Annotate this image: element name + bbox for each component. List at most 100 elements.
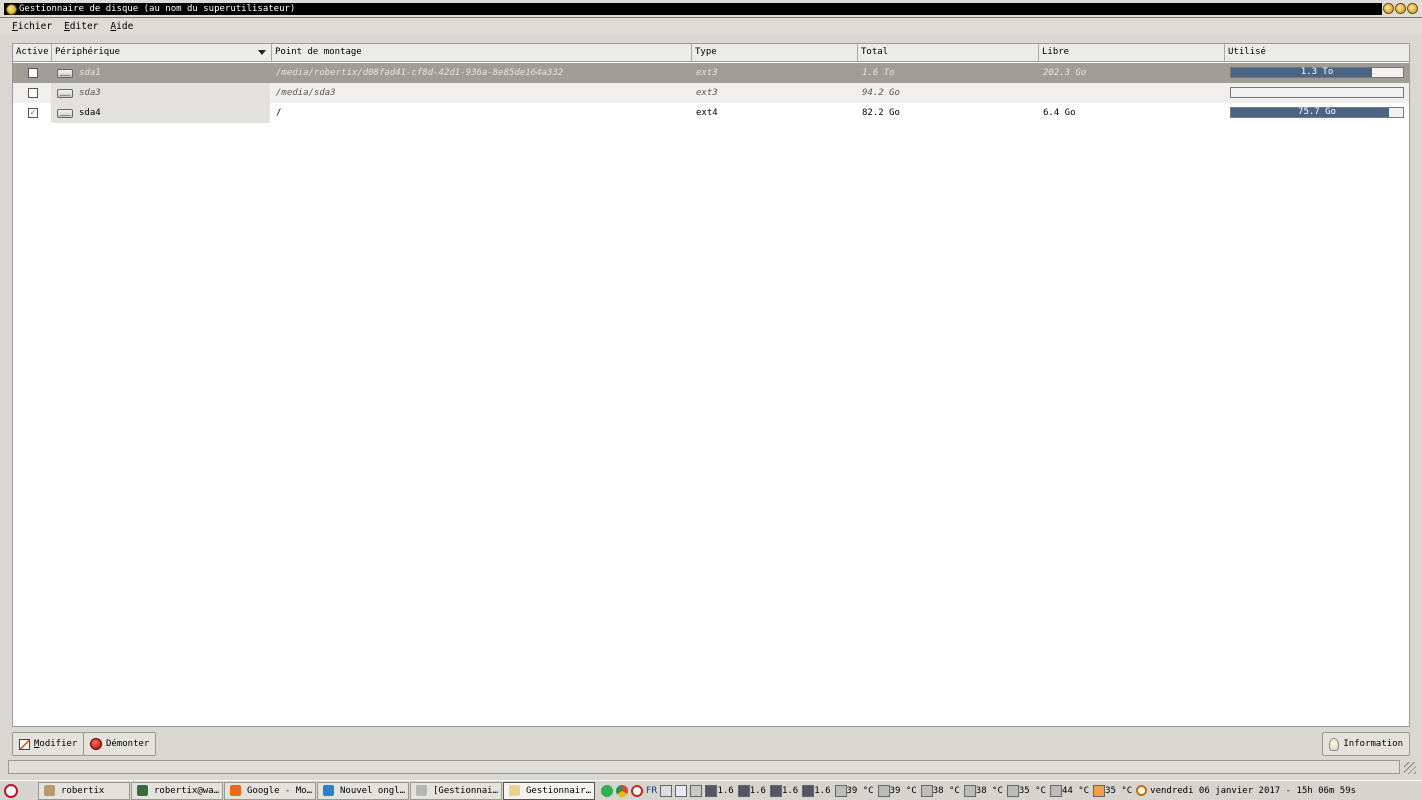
system-tray: FR 1.6 1.6 1.6 1.6 39 °C 39 °C 38 °C 38 … [601, 784, 1356, 797]
cpu-monitor: 1.6 [802, 784, 831, 797]
task-robertix[interactable]: robertix [38, 781, 130, 800]
alarm-clock-icon[interactable] [631, 784, 643, 797]
disk-table[interactable]: Active Périphérique Point de montage Typ… [12, 43, 1410, 727]
stop-icon [90, 738, 102, 750]
modify-button[interactable]: Modifier [12, 732, 85, 756]
modify-rest: odifier [39, 739, 78, 749]
task-terminal[interactable]: robertix@wa… [131, 781, 223, 800]
temperature-sensor: 38 °C [963, 784, 1003, 797]
task-disk-manager-root[interactable]: [Gestionnai… [410, 781, 502, 800]
network-icon[interactable] [601, 784, 613, 797]
cpu-value: 1.6 [717, 785, 734, 796]
temperature-sensor: 39 °C [877, 784, 917, 797]
cpu-icon [737, 784, 750, 797]
cpu-value: 1.6 [781, 785, 799, 796]
thermometer-icon [1049, 784, 1062, 797]
hard-disk-icon [57, 89, 73, 98]
edit-tool-icon[interactable] [675, 784, 688, 797]
app-icon[interactable] [6, 4, 17, 15]
close-button[interactable] [1407, 3, 1418, 14]
cpu-icon [802, 784, 815, 797]
cpu-value: 1.6 [814, 785, 831, 796]
table-row[interactable]: sda1 /media/robertix/d08fad41-cf8d-42d1-… [13, 63, 1409, 83]
column-header-active[interactable]: Active [13, 44, 52, 62]
maximize-button[interactable] [1395, 3, 1406, 14]
disk-manager-icon [509, 785, 520, 796]
keyboard-layout[interactable]: FR [646, 786, 657, 796]
temperature-value: 39 °C [889, 785, 917, 796]
free-space: 202.3 Go [1043, 68, 1087, 78]
clock[interactable]: vendredi 06 janvier 2017 - 15h 06m 59s [1150, 786, 1356, 796]
information-button[interactable]: Information [1322, 732, 1410, 756]
temperature-sensor: 44 °C [1049, 784, 1090, 797]
table-row[interactable]: sda3 /media/sda3 ext3 94.2 Go [13, 83, 1409, 103]
column-header-used[interactable]: Utilisé [1225, 44, 1409, 62]
volume-icon[interactable] [660, 784, 673, 797]
table-row[interactable]: ✓ sda4 / ext4 82.2 Go 6.4 Go 75.7 Go [13, 103, 1409, 123]
unmount-button-label: Démonter [106, 739, 150, 749]
column-header-free[interactable]: Libre [1039, 44, 1225, 62]
hard-disk-icon [57, 109, 73, 118]
resize-grip-icon[interactable] [1404, 762, 1416, 774]
task-label: Nouvel ongl… [340, 785, 406, 796]
device-name: sda4 [79, 108, 101, 118]
task-label: robertix [61, 785, 105, 796]
usage-bar: 75.7 Go [1230, 107, 1404, 118]
unmount-button[interactable]: Démonter [83, 732, 157, 756]
temperature-sensor: 39 °C [834, 784, 874, 797]
device-name: sda1 [79, 68, 101, 78]
temperature-value: 38 °C [932, 785, 960, 796]
temperature-value: 38 °C [975, 785, 1003, 796]
column-header-total[interactable]: Total [858, 44, 1039, 62]
column-header-type[interactable]: Type [692, 44, 858, 62]
menu-editer-label: diter [69, 21, 99, 32]
thermometer-icon [877, 784, 890, 797]
free-space: 6.4 Go [1043, 108, 1076, 118]
menu-editer[interactable]: Editer [64, 21, 98, 32]
active-checkbox[interactable]: ✓ [28, 108, 38, 118]
modify-button-label: Modifier [34, 739, 77, 749]
usage-label: 75.7 Go [1298, 107, 1336, 117]
thermometer-icon [1093, 784, 1106, 797]
debian-start-icon[interactable] [4, 783, 18, 798]
temperature-value: 35 °C [1105, 785, 1133, 796]
terminal-icon [137, 785, 148, 796]
task-disk-manager[interactable]: Gestionnair… [503, 781, 595, 800]
sort-arrow-icon [258, 50, 266, 55]
task-firefox[interactable]: Google - Mo… [224, 781, 316, 800]
usage-label: 1.3 To [1300, 67, 1334, 77]
temperature-sensor: 35 °C [1006, 784, 1046, 797]
information-button-label: Information [1343, 739, 1403, 749]
cpu-value: 1.6 [749, 785, 766, 796]
cpu-monitor: 1.6 [705, 784, 734, 797]
chrome-icon [323, 785, 334, 796]
column-header-mount[interactable]: Point de montage [272, 44, 692, 62]
hard-disk-icon [57, 69, 73, 78]
search-icon[interactable] [1136, 785, 1148, 796]
active-checkbox[interactable] [28, 88, 38, 98]
chrome-tray-icon[interactable] [616, 784, 628, 797]
task-chrome[interactable]: Nouvel ongl… [317, 781, 409, 800]
total-size: 94.2 Go [862, 88, 900, 98]
temperature-sensor: 38 °C [920, 784, 960, 797]
fs-type: ext4 [696, 108, 718, 118]
column-header-device-label: Périphérique [55, 47, 121, 57]
task-label: Google - Mo… [247, 785, 313, 796]
task-label: robertix@wa… [154, 785, 220, 796]
minimize-button[interactable] [1383, 3, 1394, 14]
status-bar [8, 760, 1400, 774]
temperature-value: 39 °C [846, 785, 874, 796]
window-title: Gestionnaire de disque (au nom du superu… [4, 3, 1382, 15]
active-checkbox[interactable] [28, 68, 38, 78]
menu-fichier[interactable]: Fichier [12, 21, 52, 32]
printer-icon[interactable] [690, 784, 703, 797]
fs-type: ext3 [696, 88, 718, 98]
window-titlebar[interactable]: Gestionnaire de disque (au nom du superu… [0, 0, 1422, 18]
menu-fichier-label: ichier [17, 21, 53, 32]
column-header-device[interactable]: Périphérique [52, 44, 272, 62]
mount-point: / [276, 108, 282, 118]
temperature-value: 44 °C [1061, 785, 1090, 796]
mount-point: /media/sda3 [276, 88, 336, 98]
cpu-monitor: 1.6 [769, 784, 799, 797]
menu-aide[interactable]: Aide [110, 21, 133, 32]
